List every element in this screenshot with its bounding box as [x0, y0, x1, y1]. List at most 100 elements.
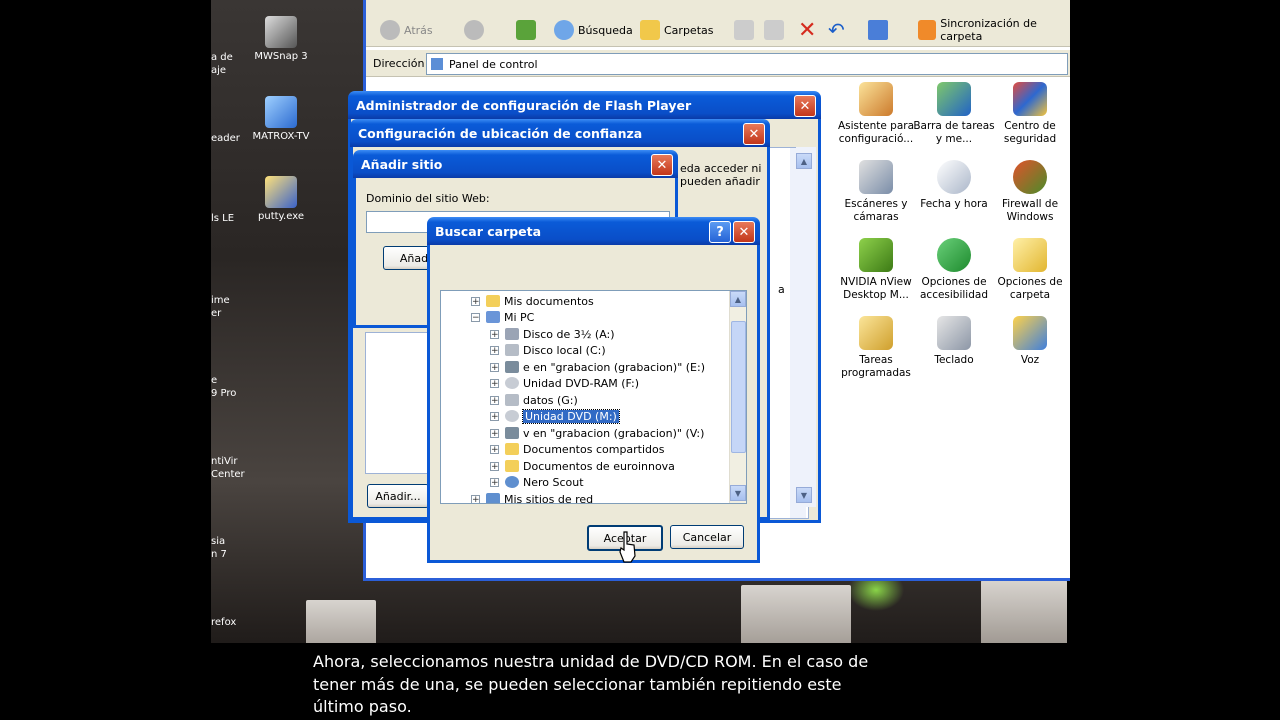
folder-icon: [486, 295, 500, 307]
tree-item-network-v[interactable]: + v en "grabacion (grabacion)" (V:): [490, 425, 704, 441]
partial-desktop-label: er: [211, 308, 222, 319]
scroll-up-arrow-icon[interactable]: ▲: [730, 291, 746, 307]
info-text: pueden añadir: [680, 175, 760, 188]
desktop-icon-matrox[interactable]: MATROX-TV: [241, 96, 321, 142]
expand-icon[interactable]: +: [471, 296, 480, 306]
collapse-icon[interactable]: −: [471, 312, 480, 322]
desktop-icon-putty[interactable]: putty.exe: [241, 176, 321, 222]
back-arrow-icon: [380, 20, 400, 40]
close-button[interactable]: ✕: [651, 154, 673, 176]
tree-item-nero-scout[interactable]: + Nero Scout: [490, 474, 584, 490]
cp-item-taskbar[interactable]: Barra de tareas y me...: [912, 82, 996, 146]
tree-item-network-e[interactable]: + e en "grabacion (grabacion)" (E:): [490, 359, 705, 375]
move-to-button[interactable]: [734, 16, 758, 44]
tree-item-dvd-m[interactable]: + Unidad DVD (M:): [490, 408, 620, 424]
back-button[interactable]: Atrás: [380, 16, 433, 44]
tree-item-floppy[interactable]: + Disco de 3½ (A:): [490, 326, 615, 342]
subtitle-line: último paso.: [313, 697, 412, 716]
cp-item-folder-options[interactable]: Opciones de carpeta: [988, 238, 1072, 302]
tree-item-my-documents[interactable]: + Mis documentos: [471, 293, 594, 309]
control-panel-icon: [431, 58, 443, 70]
info-text: eda acceder ni: [680, 162, 762, 175]
close-icon: ✕: [799, 98, 811, 114]
cancel-button[interactable]: Cancelar: [670, 525, 744, 549]
folder-options-icon: [1013, 238, 1047, 272]
views-icon: [868, 20, 888, 40]
expand-icon[interactable]: +: [490, 411, 499, 421]
search-button[interactable]: Búsqueda: [554, 16, 633, 44]
expand-icon[interactable]: +: [490, 461, 499, 471]
expand-icon[interactable]: +: [490, 477, 499, 487]
sync-folder-button[interactable]: Sincronización de carpeta: [918, 16, 1070, 44]
cp-item-firewall[interactable]: Firewall de Windows: [988, 160, 1072, 224]
tree-item-euroinnova-documents[interactable]: + Documentos de euroinnova: [490, 458, 675, 474]
expand-icon[interactable]: +: [490, 395, 499, 405]
taskbar-icon: [937, 82, 971, 116]
tree-scrollbar[interactable]: ▲ ▼: [729, 291, 746, 503]
tree-item-network-places[interactable]: + Mis sitios de red: [471, 491, 593, 503]
cp-item-date-time[interactable]: Fecha y hora: [912, 160, 996, 211]
tree-item-datos-g[interactable]: + datos (G:): [490, 392, 578, 408]
folders-icon: [640, 20, 660, 40]
subtitle-line: tener más de una, se pueden seleccionar …: [313, 674, 842, 694]
partial-desktop-label: sia: [211, 536, 226, 547]
expand-icon[interactable]: +: [490, 378, 499, 388]
up-folder-button[interactable]: [516, 16, 540, 44]
scroll-thumb[interactable]: [731, 321, 746, 453]
close-button[interactable]: ✕: [733, 221, 755, 243]
address-bar: Dirección Panel de control: [366, 50, 1070, 77]
trusted-location-title-bar: Configuración de ubicación de confianza …: [350, 119, 770, 147]
subtitle-line: Ahora, seleccionamos nuestra unidad de D…: [313, 652, 869, 671]
nvidia-icon: [859, 238, 893, 272]
expand-icon[interactable]: +: [490, 362, 499, 372]
expand-icon[interactable]: +: [490, 345, 499, 355]
cp-item-speech[interactable]: Voz: [988, 316, 1072, 367]
hard-disk-icon: [505, 394, 519, 406]
expand-icon[interactable]: +: [490, 428, 499, 438]
delete-x-icon: ✕: [798, 17, 817, 43]
cp-item-scanners[interactable]: Escáneres y cámaras: [834, 160, 918, 224]
cp-item-scheduled-tasks[interactable]: Tareas programadas: [834, 316, 918, 380]
views-button[interactable]: [868, 16, 892, 44]
folder-icon: [505, 460, 519, 472]
cp-item-keyboard[interactable]: Teclado: [912, 316, 996, 367]
mixer-knob: [981, 580, 1067, 643]
expand-icon[interactable]: +: [490, 329, 499, 339]
expand-icon[interactable]: +: [471, 494, 480, 503]
close-button[interactable]: ✕: [743, 123, 765, 145]
cp-item-accessibility[interactable]: Opciones de accesibilidad: [912, 238, 996, 302]
scroll-up-arrow-icon[interactable]: ▲: [796, 153, 812, 169]
address-field[interactable]: Panel de control: [426, 53, 1068, 75]
folders-button[interactable]: Carpetas: [640, 16, 713, 44]
close-button[interactable]: ✕: [794, 95, 816, 117]
delete-button[interactable]: ✕: [798, 16, 816, 44]
forward-button[interactable]: [464, 16, 488, 44]
scroll-down-arrow-icon[interactable]: ▼: [730, 485, 746, 501]
firewall-icon: [1013, 160, 1047, 194]
cp-item-security-center[interactable]: Centro de seguridad: [988, 82, 1072, 146]
expand-icon[interactable]: +: [490, 444, 499, 454]
copy-to-button[interactable]: [764, 16, 788, 44]
speech-icon: [1013, 316, 1047, 350]
undo-button[interactable]: ↶: [828, 16, 845, 44]
tree-item-dvd-ram-f[interactable]: + Unidad DVD-RAM (F:): [490, 375, 639, 391]
mixer-knob: [306, 600, 376, 643]
cp-item-network-wizard[interactable]: Asistente para configuració...: [834, 82, 918, 146]
explorer-toolbar: Atrás Búsqueda Carpetas ✕ ↶ Sincronizaci…: [366, 0, 1070, 47]
tree-item-shared-documents[interactable]: + Documentos compartidos: [490, 441, 665, 457]
network-icon: [486, 493, 500, 503]
desktop-icon-mwsnap[interactable]: MWSnap 3: [241, 16, 321, 62]
partial-desktop-label: 9 Pro: [211, 388, 237, 399]
move-to-icon: [734, 20, 754, 40]
folder-tree[interactable]: + Mis documentos − Mi PC + Disco de 3½ (…: [440, 290, 747, 504]
tree-item-local-disk-c[interactable]: + Disco local (C:): [490, 342, 606, 358]
scrollbar[interactable]: ▲ ▼: [796, 147, 816, 507]
add-button[interactable]: Añadir...: [367, 484, 429, 508]
partial-desktop-label: aje: [211, 65, 227, 76]
help-button[interactable]: ?: [709, 221, 731, 243]
tree-item-my-pc[interactable]: − Mi PC: [471, 309, 534, 325]
cp-item-nvidia[interactable]: NVIDIA nView Desktop M...: [834, 238, 918, 302]
floppy-icon: [505, 328, 519, 340]
scroll-down-arrow-icon[interactable]: ▼: [796, 487, 812, 503]
scheduled-tasks-icon: [859, 316, 893, 350]
